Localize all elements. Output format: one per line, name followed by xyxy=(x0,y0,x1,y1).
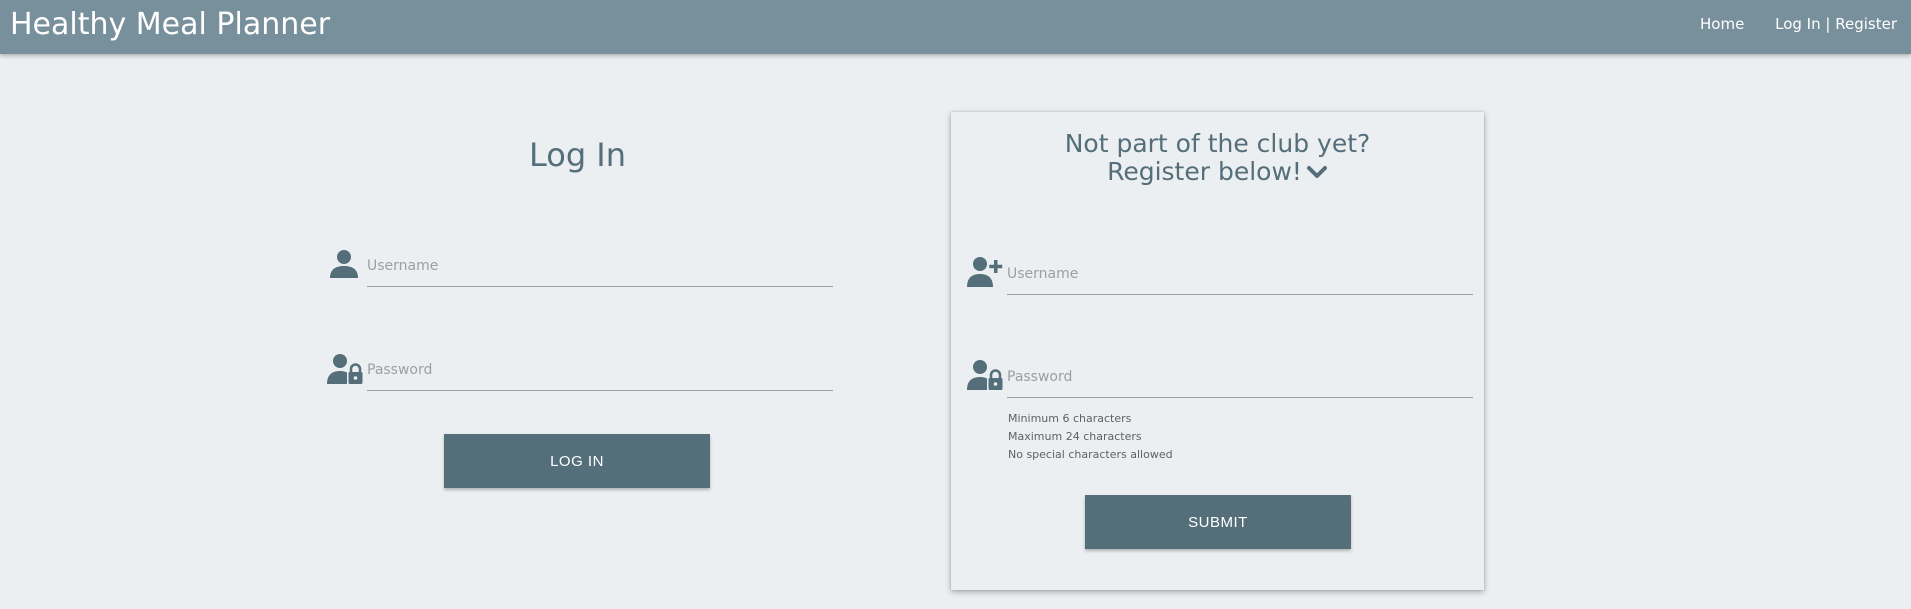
register-username-input[interactable] xyxy=(1007,253,1473,294)
register-title-line1: Not part of the club yet? xyxy=(1064,129,1371,158)
register-title-line2: Register below! xyxy=(1107,157,1302,186)
login-title: Log In xyxy=(528,136,627,174)
register-submit-button[interactable]: SUBMIT xyxy=(1085,495,1351,549)
person-add-icon xyxy=(966,255,1006,293)
register-username-field xyxy=(966,253,1476,295)
register-title: Not part of the club yet? Register below… xyxy=(951,130,1484,187)
login-password-field xyxy=(326,350,834,392)
app-title[interactable]: Healthy Meal Planner xyxy=(10,7,330,42)
nav-home-link[interactable]: Home xyxy=(1700,15,1744,33)
nav-links: Home Log In | Register xyxy=(1700,15,1897,33)
nav-register-link[interactable]: Register xyxy=(1835,15,1897,33)
chevron-down-icon xyxy=(1306,159,1328,187)
person-lock-icon xyxy=(966,358,1004,396)
top-navbar: Healthy Meal Planner Home Log In | Regis… xyxy=(0,0,1911,54)
login-username-field xyxy=(328,246,834,288)
password-hint-min: Minimum 6 characters xyxy=(1008,412,1132,425)
register-card: Not part of the club yet? Register below… xyxy=(951,112,1484,590)
register-password-field xyxy=(966,356,1476,398)
password-hint-max: Maximum 24 characters xyxy=(1008,430,1142,443)
login-button[interactable]: LOG IN xyxy=(444,434,710,488)
login-username-input[interactable] xyxy=(367,246,833,286)
person-icon xyxy=(328,248,360,284)
login-password-input[interactable] xyxy=(367,350,833,390)
person-lock-icon xyxy=(326,352,364,390)
register-password-input[interactable] xyxy=(1007,356,1473,397)
nav-login-link[interactable]: Log In xyxy=(1775,15,1821,33)
nav-separator: | xyxy=(1825,15,1831,33)
password-hint-special: No special characters allowed xyxy=(1008,448,1173,461)
password-requirements: Minimum 6 characters Maximum 24 characte… xyxy=(1008,410,1173,464)
